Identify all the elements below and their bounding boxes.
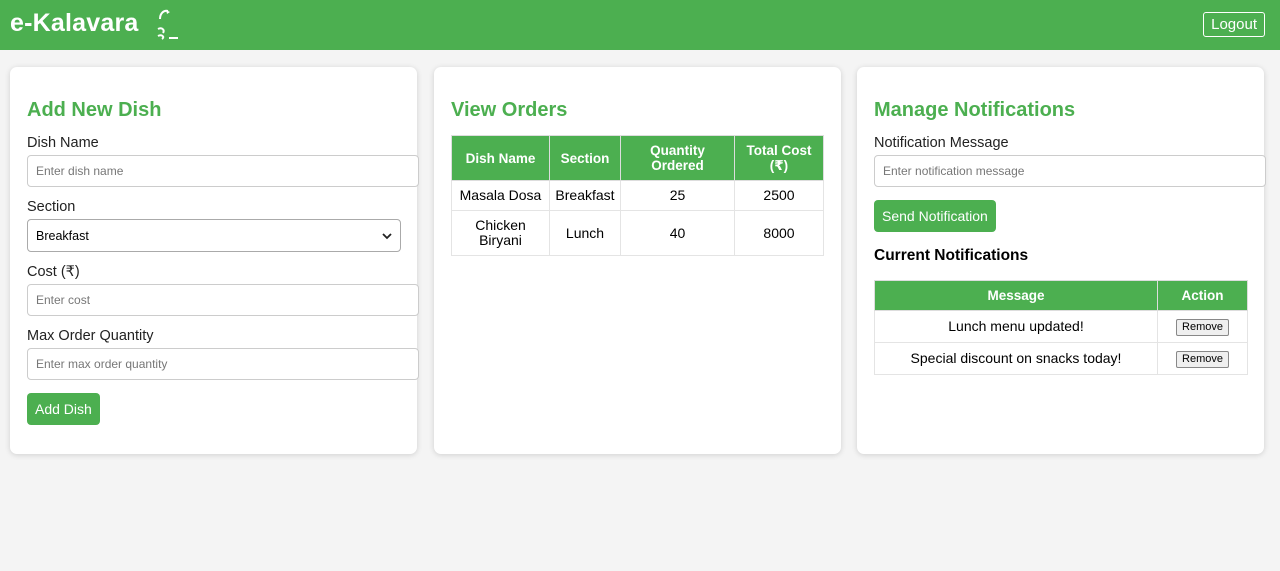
order-quantity: 40 (620, 210, 735, 256)
top-navbar: e-Kalavara Logout (0, 0, 1280, 50)
notifications-col-action: Action (1157, 280, 1248, 311)
add-dish-card: Add New Dish Dish Name Section Breakfast… (10, 67, 419, 454)
send-notification-button[interactable]: Send Notification (874, 200, 996, 232)
notification-message-label: Notification Message (874, 135, 1009, 151)
order-section: Breakfast (549, 180, 621, 211)
manage-notifications-card: Manage Notifications Notification Messag… (857, 67, 1266, 454)
orders-col-quantity: Quantity Ordered (620, 135, 735, 181)
section-label: Section (27, 199, 76, 215)
dish-name-label: Dish Name (27, 135, 99, 151)
order-total: 8000 (734, 210, 824, 256)
manage-notifications-title: Manage Notifications (874, 99, 1076, 121)
logout-button[interactable]: Logout (1203, 12, 1265, 37)
notifications-col-message: Message (874, 280, 1158, 311)
section-selected-value: Breakfast (36, 228, 89, 243)
table-row: Masala Dosa Breakfast 25 2500 (451, 180, 824, 211)
table-row: Chicken Biryani Lunch 40 8000 (451, 210, 824, 256)
view-orders-card: View Orders Dish Name Section Quantity O… (434, 67, 841, 454)
view-orders-title: View Orders (451, 99, 568, 121)
notification-message: Lunch menu updated! (874, 310, 1158, 343)
orders-col-dish: Dish Name (451, 135, 550, 181)
add-dish-title: Add New Dish (27, 99, 162, 121)
notification-action: Remove (1157, 310, 1248, 343)
orders-table: Dish Name Section Quantity Ordered Total… (451, 135, 824, 256)
brand-title: e-Kalavara (10, 9, 139, 37)
orders-col-section: Section (549, 135, 621, 181)
brand-logo-icon (157, 9, 178, 40)
max-qty-label: Max Order Quantity (27, 328, 154, 344)
orders-col-total: Total Cost (₹) (734, 135, 824, 181)
current-notifications-title: Current Notifications (874, 247, 1029, 264)
table-row: Lunch menu updated! Remove (874, 310, 1248, 343)
notification-message: Special discount on snacks today! (874, 342, 1158, 375)
order-section: Lunch (549, 210, 621, 256)
order-total: 2500 (734, 180, 824, 211)
max-qty-input[interactable] (27, 348, 419, 380)
cost-input[interactable] (27, 284, 419, 316)
notification-action: Remove (1157, 342, 1248, 375)
notification-message-input[interactable] (874, 155, 1266, 187)
table-row: Special discount on snacks today! Remove (874, 342, 1248, 375)
remove-button[interactable]: Remove (1176, 350, 1229, 368)
order-dish: Chicken Biryani (451, 210, 550, 256)
remove-button[interactable]: Remove (1176, 318, 1229, 336)
cost-label: Cost (₹) (27, 264, 80, 280)
notifications-table: Message Action Lunch menu updated! Remov… (874, 280, 1248, 375)
add-dish-button[interactable]: Add Dish (27, 393, 100, 425)
dish-name-input[interactable] (27, 155, 419, 187)
chevron-down-icon (382, 232, 392, 239)
section-select[interactable]: Breakfast (27, 219, 401, 252)
order-quantity: 25 (620, 180, 735, 211)
order-dish: Masala Dosa (451, 180, 550, 211)
